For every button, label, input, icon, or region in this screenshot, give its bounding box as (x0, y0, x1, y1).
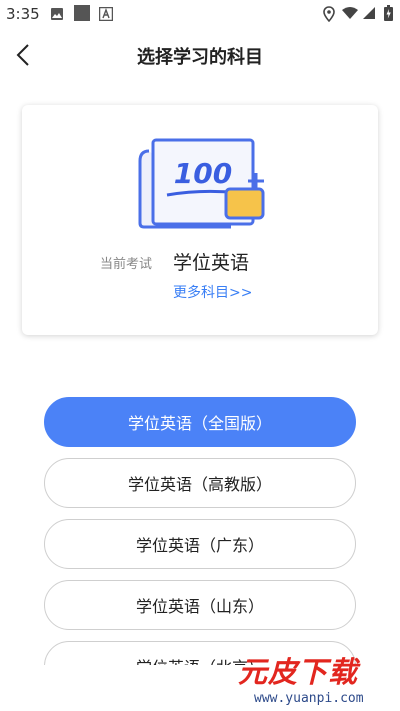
current-exam-card: 100 当前考试 学位英语 更多科目>> (22, 105, 378, 335)
location-icon (323, 6, 335, 22)
watermark-logo: 元皮下载 www.yuanpi.com (236, 648, 400, 711)
status-bar: 3:35 (0, 0, 400, 28)
square-icon (74, 5, 90, 21)
status-time: 3:35 (6, 5, 40, 23)
battery-icon (384, 5, 393, 21)
subject-option-shandong[interactable]: 学位英语（山东） (44, 580, 356, 630)
font-icon (99, 7, 113, 21)
score-paper-icon: 100 (138, 138, 265, 229)
more-subjects-link[interactable]: 更多科目>> (173, 282, 252, 302)
nav-bar: 选择学习的科目 (0, 28, 400, 84)
subject-list: 学位英语（全国版） 学位英语（高教版） 学位英语（广东） 学位英语（山东） 学位… (0, 397, 400, 665)
wifi-icon (342, 7, 358, 19)
signal-icon (363, 7, 375, 19)
image-icon (51, 8, 63, 20)
subject-option-guangdong[interactable]: 学位英语（广东） (44, 519, 356, 569)
subject-option-higher-edu[interactable]: 学位英语（高教版） (44, 458, 356, 508)
watermark-title: 元皮下载 (238, 655, 359, 689)
watermark-url: www.yuanpi.com (254, 691, 364, 706)
page-title: 选择学习的科目 (137, 47, 263, 68)
score-text: 100 (174, 157, 232, 190)
current-subject: 学位英语 (173, 252, 250, 274)
subject-option-national[interactable]: 学位英语（全国版） (44, 397, 356, 447)
current-exam-label: 当前考试 (100, 257, 153, 272)
